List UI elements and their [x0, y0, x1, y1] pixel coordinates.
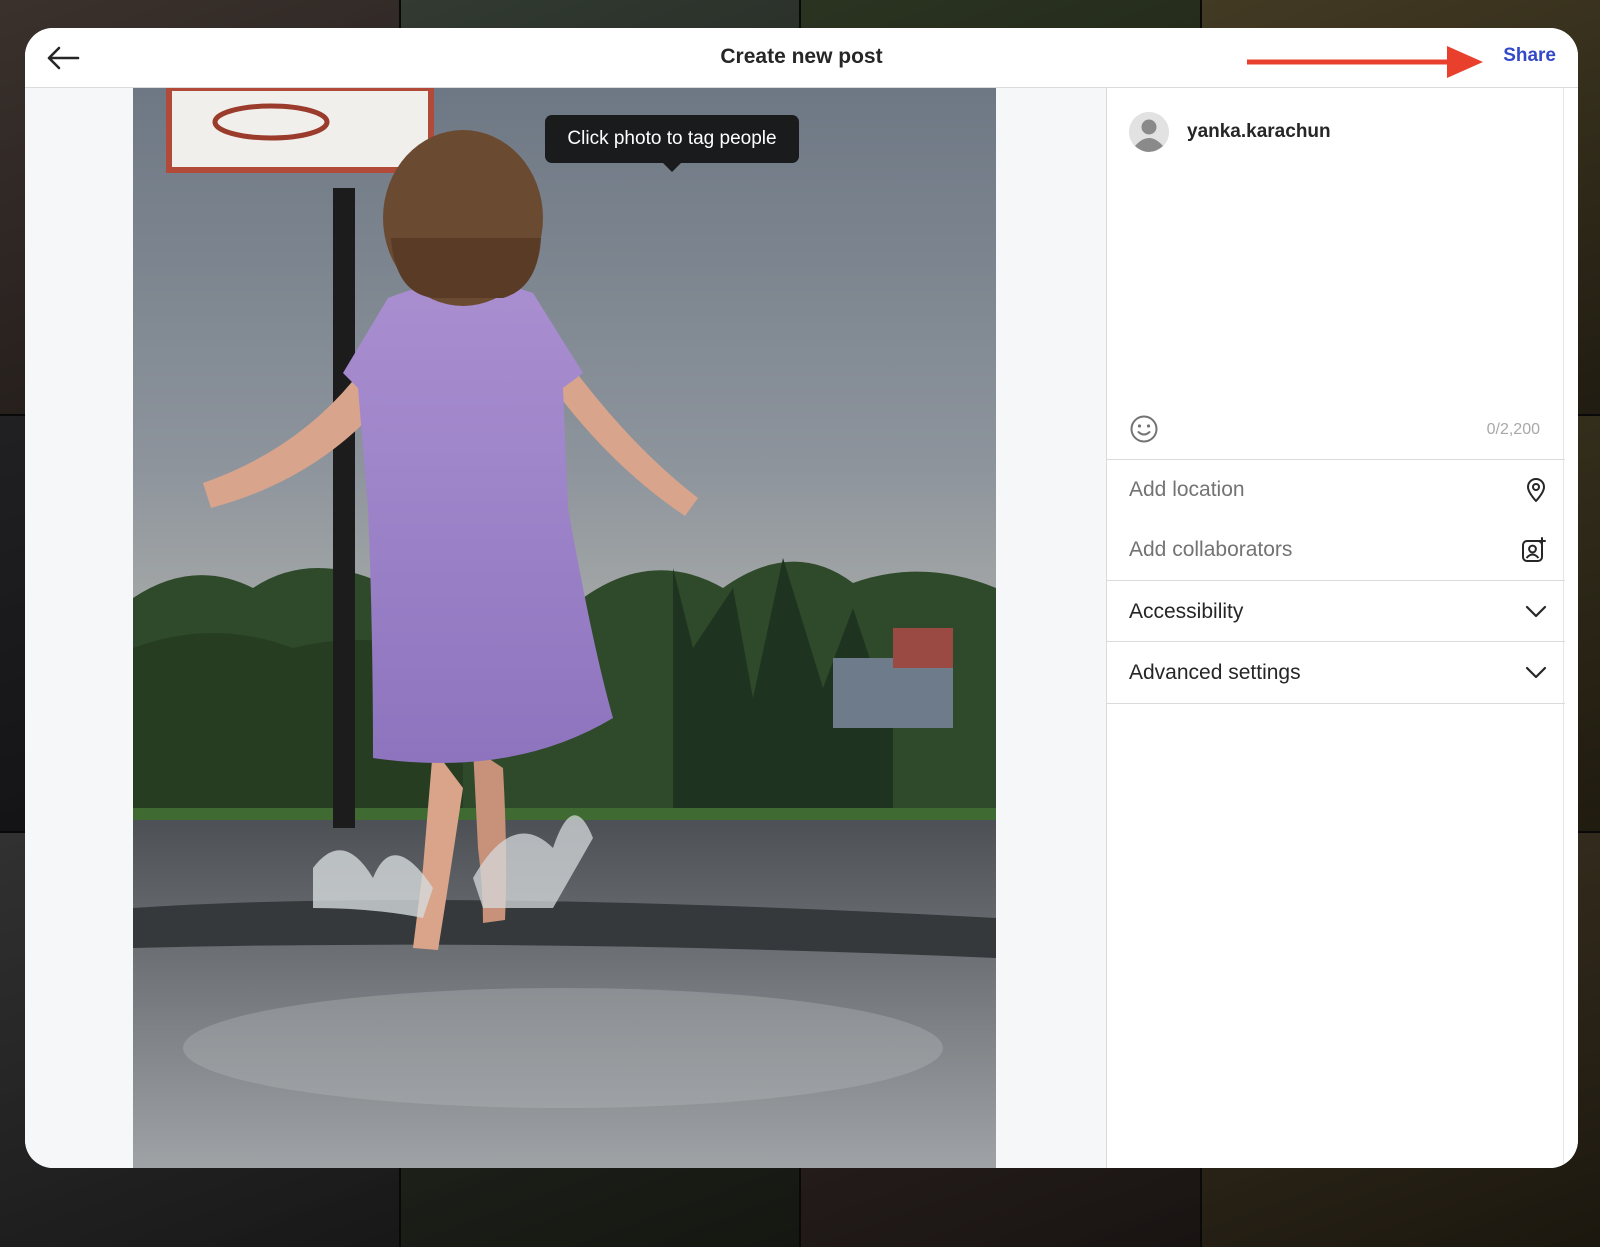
divider	[1107, 703, 1565, 704]
accessibility-label: Accessibility	[1129, 600, 1244, 623]
accessibility-row[interactable]: Accessibility	[1129, 596, 1547, 628]
avatar	[1129, 112, 1169, 152]
advanced-settings-row[interactable]: Advanced settings	[1129, 657, 1547, 689]
add-collaborators-label: Add collaborators	[1129, 538, 1293, 561]
user-row: yanka.karachun	[1129, 112, 1331, 152]
create-post-modal: Create new post Share Click photo to tag…	[25, 28, 1578, 1168]
advanced-settings-label: Advanced settings	[1129, 661, 1301, 684]
add-collaborators-row[interactable]: Add collaborators	[1129, 534, 1547, 566]
caption-input[interactable]	[1129, 168, 1547, 468]
panel-edge-divider	[1563, 88, 1564, 1168]
smiley-icon	[1130, 415, 1158, 443]
caption-char-count: 0/2,200	[1486, 421, 1540, 438]
chevron-down-icon	[1525, 605, 1547, 618]
emoji-button[interactable]	[1129, 414, 1159, 444]
modal-header: Create new post Share	[25, 28, 1578, 88]
annotation-arrow-icon	[1247, 46, 1483, 78]
divider	[1107, 580, 1565, 581]
map-pin-icon	[1527, 478, 1545, 502]
divider	[1107, 641, 1565, 642]
add-location-label: Add location	[1129, 478, 1245, 501]
photo-image	[133, 88, 996, 1168]
chevron-down-icon	[1525, 666, 1547, 679]
add-location-row[interactable]: Add location	[1129, 474, 1547, 506]
default-avatar-icon	[1129, 112, 1169, 152]
post-photo[interactable]: Click photo to tag people	[133, 88, 996, 1168]
divider	[1107, 459, 1565, 460]
photo-preview-area: Click photo to tag people	[25, 88, 1106, 1168]
person-add-icon	[1522, 537, 1546, 562]
username: yanka.karachun	[1187, 121, 1331, 142]
share-button[interactable]: Share	[1503, 45, 1556, 67]
tag-people-tooltip: Click photo to tag people	[545, 115, 799, 172]
post-details-panel: yanka.karachun 0/2,200 Add location Add …	[1106, 88, 1578, 1168]
